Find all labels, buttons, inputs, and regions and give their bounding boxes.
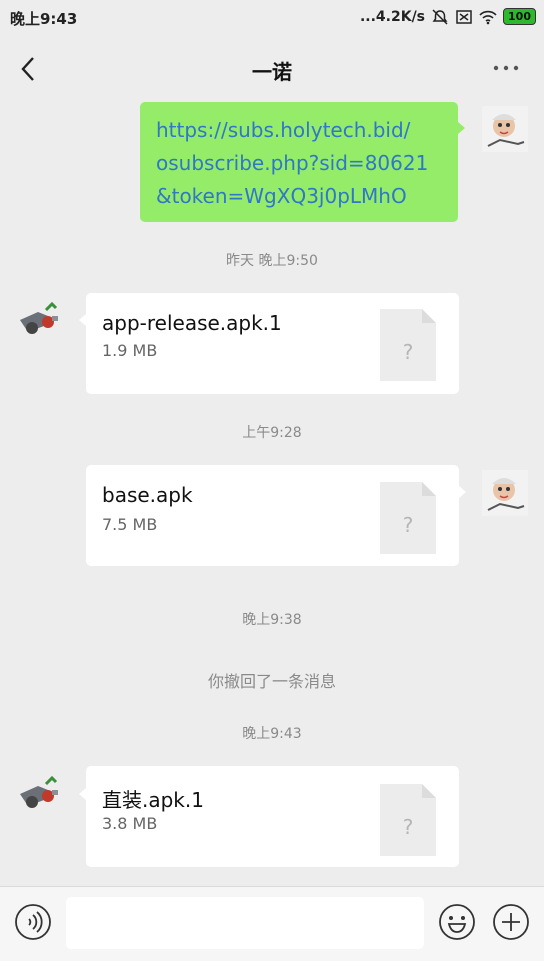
bubble-tail (458, 122, 465, 134)
timestamp: 上午9:28 (242, 425, 302, 441)
unknown-file-icon: ? (380, 309, 436, 381)
input-bar (0, 886, 544, 961)
file-name: base.apk (102, 483, 193, 507)
recalled-message-notice: 你撤回了一条消息 (207, 672, 336, 691)
plus-icon[interactable] (492, 903, 530, 941)
file-bubble[interactable]: base.apk 7.5 MB ? (86, 465, 459, 566)
link-line-1[interactable]: https://subs.holytech.bid/ (156, 114, 428, 147)
file-size: 3.8 MB (102, 814, 158, 833)
status-time: 晚上9:43 (10, 10, 78, 28)
chat-title: 一诺 (252, 60, 292, 84)
link-line-3[interactable]: &token=WgXQ3j0pLMhO (156, 180, 428, 213)
my-avatar[interactable] (482, 106, 528, 152)
file-bubble[interactable]: 直装.apk.1 3.8 MB ? (86, 766, 459, 867)
wifi-icon (479, 10, 497, 24)
link-text[interactable]: https://subs.holytech.bid/ osubscribe.ph… (156, 114, 428, 213)
unknown-file-icon: ? (380, 482, 436, 554)
link-bubble[interactable]: https://subs.holytech.bid/ osubscribe.ph… (140, 102, 458, 222)
status-right: ...4.2K/s 100 (360, 8, 536, 25)
sim-off-icon (456, 9, 472, 24)
message-input[interactable] (66, 897, 424, 949)
chat-header: 一诺 (0, 36, 544, 102)
network-speed: ...4.2K/s (359, 8, 426, 25)
timestamp: 晚上9:38 (242, 612, 302, 628)
status-bar: 晚上9:43 ...4.2K/s 100 (0, 0, 544, 36)
file-bubble[interactable]: app-release.apk.1 1.9 MB ? (86, 293, 459, 394)
file-name: app-release.apk.1 (102, 311, 282, 335)
emoji-icon[interactable] (438, 903, 476, 941)
bubble-tail (79, 788, 86, 800)
file-size: 7.5 MB (102, 515, 158, 534)
svg-text:?: ? (403, 815, 414, 839)
unknown-file-icon: ? (380, 784, 436, 856)
timestamp: 晚上9:43 (242, 726, 302, 742)
bubble-tail (459, 486, 466, 498)
dnd-off-icon (432, 8, 448, 25)
voice-icon[interactable] (14, 903, 52, 941)
file-size: 1.9 MB (102, 341, 158, 360)
svg-text:?: ? (403, 513, 414, 537)
file-name: 直装.apk.1 (102, 788, 204, 812)
contact-avatar[interactable] (16, 298, 62, 344)
battery-icon: 100 (503, 8, 536, 25)
svg-text:?: ? (403, 340, 414, 364)
timestamp: 昨天 晚上9:50 (226, 253, 318, 269)
more-dots-icon[interactable] (492, 60, 520, 76)
link-line-2[interactable]: osubscribe.php?sid=80621 (156, 147, 428, 180)
bubble-tail (79, 314, 86, 326)
contact-avatar[interactable] (16, 772, 62, 818)
my-avatar[interactable] (482, 470, 528, 516)
